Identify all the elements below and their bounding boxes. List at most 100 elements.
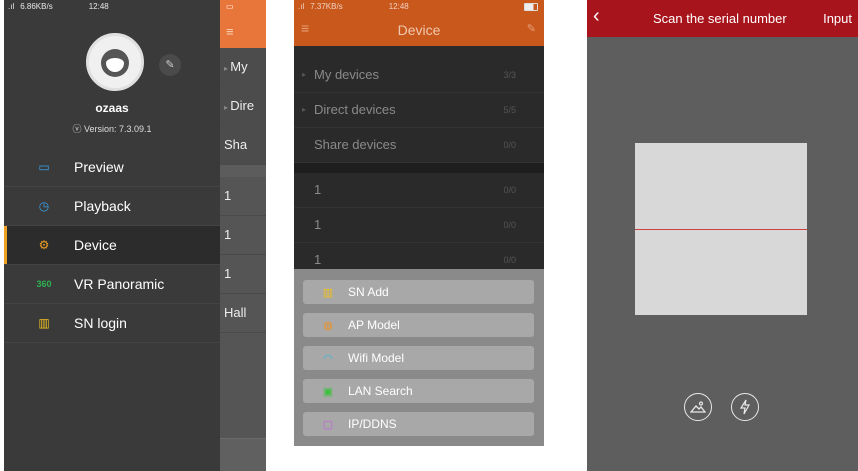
expand-arrow-icon: ▸: [302, 70, 307, 79]
nav-label: Preview: [74, 159, 124, 175]
sn-add-button[interactable]: ▥ SN Add: [303, 280, 534, 304]
expand-arrow-icon: ▸: [302, 105, 307, 114]
button-label: IP/DDNS: [348, 417, 397, 431]
device-count: 0/0: [503, 220, 516, 230]
app-version: ⓥ Version: 7.3.09.1: [72, 124, 152, 134]
behind-row: 1: [220, 216, 266, 255]
user-name: ozaas: [95, 101, 129, 115]
divider: [294, 163, 544, 173]
drawer-nav: ▭ Preview ◷ Playback ⚙ Device 360 VR Pan…: [4, 148, 220, 343]
button-label: AP Model: [348, 318, 400, 332]
group-count: 0/0: [503, 140, 516, 150]
nav-label: VR Panoramic: [74, 276, 165, 292]
behind-row-label: 1: [224, 266, 232, 281]
device-count: 0/0: [503, 185, 516, 195]
nav-item-sn-login[interactable]: ▥ SN login: [4, 304, 220, 343]
header: ≡ Device ✎: [294, 14, 544, 46]
main-screen-behind-drawer: ▭ ≡ ▸ My ▸ Dire Sha 1 1 1 Hall: [220, 0, 266, 471]
device-name: 1: [314, 217, 322, 232]
battery-level: [524, 3, 538, 11]
group-my-devices[interactable]: ▸ My devices 3/3: [294, 58, 544, 93]
nav-label: Playback: [74, 198, 131, 214]
avatar[interactable]: [86, 33, 144, 91]
button-label: Wifi Model: [348, 351, 405, 365]
behind-row: ▸ My: [220, 48, 266, 87]
group-count: 3/3: [503, 70, 516, 80]
flash-icon-glyph: [739, 399, 751, 415]
status-bar: .ıl 7.37KB/s 12:48: [294, 0, 544, 14]
status-bar-content: .ıl 7.37KB/s 12:48: [294, 0, 544, 14]
wifi-model-button[interactable]: ◠ Wifi Model: [303, 346, 534, 370]
battery-icon: ▭: [226, 2, 234, 11]
behind-row: Sha: [220, 126, 266, 165]
scan-line: [635, 229, 807, 230]
phone-menu-screen: .ıl 6.86KB/s 12:48 ✎ ozaas ⓥ Version: 7.…: [4, 0, 266, 471]
device-row[interactable]: 1 0/0: [294, 173, 544, 208]
clock: 12:48: [88, 2, 109, 11]
network-speed: 6.86KB/s: [20, 2, 53, 11]
group-direct-devices[interactable]: ▸ Direct devices 5/5: [294, 93, 544, 128]
device-row[interactable]: 1 0/0: [294, 208, 544, 243]
lan-search-button[interactable]: ▣ LAN Search: [303, 379, 534, 403]
avatar-face-icon: [101, 49, 129, 77]
lan-icon: ▣: [322, 385, 334, 398]
behind-row: ▸ Dire: [220, 87, 266, 126]
edit-icon[interactable]: ✎: [527, 22, 536, 35]
group-count: 5/5: [503, 105, 516, 115]
page-title: Device: [397, 22, 441, 38]
add-device-sheet: ▥ SN Add ◍ AP Model ◠ Wifi Model ▣ LAN S…: [294, 269, 544, 446]
behind-row-label: 1: [224, 188, 232, 203]
version-text: Version: 7.3.09.1: [83, 124, 152, 134]
status-bar: .ıl 6.86KB/s 12:48: [4, 0, 220, 14]
behind-row-label: Dire: [230, 98, 255, 113]
ip-icon: ▢: [322, 418, 334, 431]
scan-header: ‹ Scan the serial number Input: [587, 0, 858, 37]
nav-item-preview[interactable]: ▭ Preview: [4, 148, 220, 187]
network-speed: 7.37KB/s: [310, 2, 343, 11]
ip-ddns-button[interactable]: ▢ IP/DDNS: [303, 412, 534, 436]
phone-scan-screen: ‹ Scan the serial number Input: [587, 0, 858, 471]
group-name: Share devices: [314, 137, 397, 152]
gear-icon: ⚙: [38, 238, 50, 252]
back-icon[interactable]: ‹: [593, 5, 600, 28]
signal-icon: .ıl: [8, 2, 15, 11]
vr-360-icon: 360: [36, 279, 52, 289]
side-drawer: .ıl 6.86KB/s 12:48 ✎ ozaas ⓥ Version: 7.…: [4, 0, 220, 471]
nav-label: SN login: [74, 315, 127, 331]
ap-model-button[interactable]: ◍ AP Model: [303, 313, 534, 337]
behind-row: Hall: [220, 294, 266, 333]
behind-row-label: 1: [224, 227, 232, 242]
group-name: My devices: [314, 67, 380, 82]
page-title: Scan the serial number: [653, 11, 787, 26]
phone-device-screen: .ıl 7.37KB/s 12:48 ≡ Device ✎ ▸ My devic…: [294, 0, 544, 446]
device-name: 1: [314, 182, 322, 197]
button-label: LAN Search: [348, 384, 413, 398]
input-button[interactable]: Input: [823, 11, 852, 26]
behind-row-label: Hall: [224, 305, 247, 320]
barcode-icon: ▥: [38, 316, 50, 330]
flashlight-icon[interactable]: [731, 393, 759, 421]
behind-header: ▭ ≡: [220, 0, 266, 48]
behind-row-label: My: [230, 59, 248, 74]
signal-icon: .ıl: [298, 2, 305, 11]
menu-icon: ≡: [226, 24, 234, 39]
nav-item-device[interactable]: ⚙ Device: [4, 226, 220, 265]
barcode-icon: ▥: [322, 286, 334, 299]
nav-label: Device: [74, 237, 117, 253]
edit-profile-icon[interactable]: ✎: [159, 54, 181, 76]
battery-icon: [524, 3, 538, 11]
playback-icon: ◷: [38, 199, 50, 213]
button-label: SN Add: [348, 285, 389, 299]
group-share-devices[interactable]: Share devices 0/0: [294, 128, 544, 163]
behind-row: 1: [220, 177, 266, 216]
scan-viewfinder: [635, 143, 807, 315]
nav-item-playback[interactable]: ◷ Playback: [4, 187, 220, 226]
clock: 12:48: [388, 2, 409, 11]
gallery-icon[interactable]: [684, 393, 712, 421]
behind-bottom-bar: [220, 438, 266, 471]
camera-icon: ▭: [38, 160, 50, 174]
behind-row-label: Sha: [224, 137, 248, 152]
divider: [220, 165, 266, 177]
nav-item-vr-panoramic[interactable]: 360 VR Panoramic: [4, 265, 220, 304]
behind-row: 1: [220, 255, 266, 294]
